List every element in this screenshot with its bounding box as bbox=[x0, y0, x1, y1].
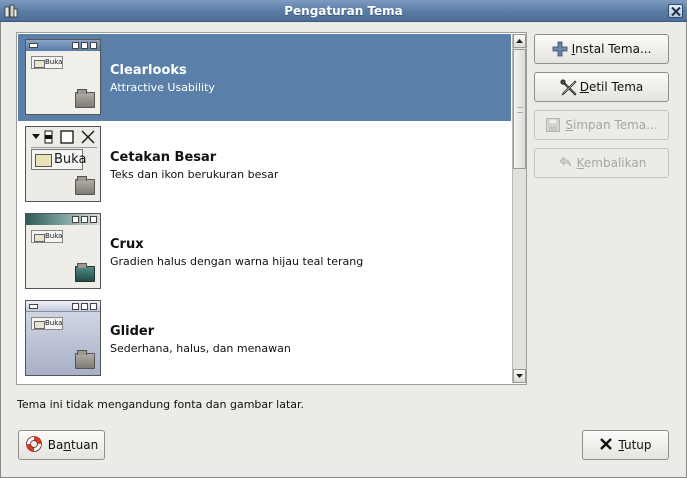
folder-icon bbox=[75, 350, 95, 369]
theme-list[interactable]: Buka Clearlooks Attractive Usability Buk… bbox=[16, 32, 527, 385]
folder-icon bbox=[75, 176, 95, 195]
theme-row-cetakan-besar[interactable]: Buka Cetakan Besar Teks dan ikon berukur… bbox=[18, 121, 511, 208]
close-button[interactable]: Tutup bbox=[582, 430, 669, 460]
theme-list-scrollbar[interactable] bbox=[512, 34, 526, 383]
x-icon bbox=[599, 437, 613, 454]
plus-icon bbox=[552, 41, 568, 57]
theme-row-clearlooks[interactable]: Buka Clearlooks Attractive Usability bbox=[18, 34, 511, 121]
cetakan-besar-preview-thumbnail: Buka bbox=[25, 126, 101, 202]
save-theme-label: Simpan Tema... bbox=[565, 118, 658, 132]
install-theme-button[interactable]: Instal Tema... bbox=[534, 34, 669, 64]
close-label: Tutup bbox=[618, 438, 652, 452]
floppy-icon bbox=[545, 117, 561, 133]
tools-icon bbox=[560, 79, 577, 96]
help-button[interactable]: Bantuan bbox=[18, 430, 105, 460]
revert-label: Kembalikan bbox=[576, 156, 647, 170]
preview-open-button: Buka bbox=[31, 149, 86, 170]
scroll-down-arrow-icon[interactable] bbox=[513, 369, 526, 383]
crux-preview-thumbnail: Buka bbox=[25, 213, 101, 289]
theme-name: Cetakan Besar bbox=[110, 150, 217, 165]
folder-icon bbox=[75, 89, 95, 108]
window-title: Pengaturan Tema bbox=[284, 4, 403, 18]
install-theme-label: Instal Tema... bbox=[571, 42, 652, 56]
undo-icon bbox=[557, 155, 573, 171]
close-icon[interactable] bbox=[668, 4, 683, 18]
theme-description: Attractive Usability bbox=[110, 81, 215, 94]
glider-preview-thumbnail: Buka bbox=[25, 300, 101, 376]
theme-description: Gradien halus dengan warna hijau teal te… bbox=[110, 255, 364, 268]
theme-name: Glider bbox=[110, 324, 155, 339]
theme-row-crux[interactable]: Buka Crux Gradien halus dengan warna hij… bbox=[18, 208, 511, 295]
scroll-up-arrow-icon[interactable] bbox=[513, 34, 526, 48]
theme-row-glider[interactable]: Buka Glider Sederhana, halus, dan menawa… bbox=[18, 295, 511, 382]
preview-open-button: Buka bbox=[31, 230, 63, 243]
help-label: Bantuan bbox=[47, 438, 99, 452]
preview-open-button: Buka bbox=[31, 56, 63, 69]
clearlooks-preview-thumbnail: Buka bbox=[25, 39, 101, 115]
theme-name: Crux bbox=[110, 237, 144, 252]
theme-name: Clearlooks bbox=[110, 63, 187, 78]
theme-details-button[interactable]: Detil Tema bbox=[534, 72, 669, 102]
theme-details-label: Detil Tema bbox=[579, 80, 644, 94]
scrollbar-thumb[interactable] bbox=[513, 49, 526, 169]
title-bar: Pengaturan Tema bbox=[0, 0, 687, 22]
theme-info-text: Tema ini tidak mengandung fonta dan gamb… bbox=[17, 398, 305, 411]
save-theme-button[interactable]: Simpan Tema... bbox=[534, 110, 669, 140]
lifebuoy-icon bbox=[25, 435, 43, 456]
theme-description: Sederhana, halus, dan menawan bbox=[110, 342, 291, 355]
revert-button[interactable]: Kembalikan bbox=[534, 148, 669, 178]
folder-icon bbox=[75, 263, 95, 282]
preview-open-button: Buka bbox=[31, 317, 63, 330]
theme-description: Teks dan ikon berukuran besar bbox=[110, 168, 279, 181]
